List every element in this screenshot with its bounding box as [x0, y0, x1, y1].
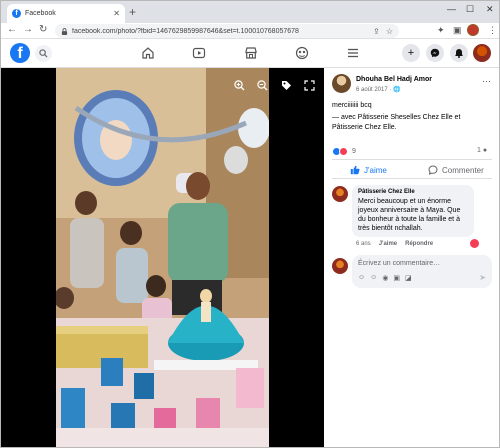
photo-viewer	[1, 68, 324, 447]
tab-strip: f Facebook ✕ + — ☐ ✕	[1, 1, 499, 23]
avatar-sticker-icon[interactable]: ☺	[358, 274, 365, 282]
browser-menu-icon[interactable]: ⋮	[488, 25, 497, 36]
comment-composer[interactable]: Écrivez un commentaire… ☺ ☺ ◉ ▣ ◪ ➤	[352, 255, 492, 288]
post-tagline: — avec Pâtisserie Sheselles Chez Elle et…	[332, 114, 461, 131]
facebook-logo-icon[interactable]: f	[10, 43, 30, 63]
watch-video-icon[interactable]	[192, 46, 206, 60]
back-icon[interactable]: ←	[7, 24, 17, 35]
comment-author[interactable]: Pâtisserie Chez Elle	[358, 189, 468, 195]
close-tab-icon[interactable]: ✕	[113, 9, 120, 18]
comment-love-reaction-icon[interactable]	[470, 239, 479, 248]
search-icon	[39, 49, 48, 58]
marketplace-icon[interactable]	[244, 46, 258, 60]
post-options-icon[interactable]: ⋯	[482, 76, 491, 87]
comment-meta: 6 ans J'aime Répondre	[356, 241, 433, 247]
search-button[interactable]	[35, 45, 52, 62]
divider	[332, 159, 492, 160]
browser-tab[interactable]: f Facebook ✕	[7, 4, 125, 23]
zoom-out-icon[interactable]	[257, 80, 268, 91]
share-icon[interactable]: ⇪	[373, 27, 380, 36]
globe-icon: 🌐	[393, 87, 401, 93]
reload-icon[interactable]: ↻	[39, 24, 47, 35]
forward-icon[interactable]: →	[23, 24, 33, 35]
commenter-avatar[interactable]	[332, 186, 348, 202]
post-panel: Dhouha Bel Hadj Amor 6 août 2017 · 🌐 ⋯ m…	[324, 68, 499, 447]
like-button[interactable]: J'aime	[350, 165, 387, 175]
extensions-puzzle-icon[interactable]: ✦	[437, 25, 445, 36]
my-avatar	[332, 258, 348, 274]
comment-reply-link[interactable]: Répondre	[405, 241, 433, 247]
minimize-icon[interactable]: —	[447, 4, 456, 14]
facebook-favicon-icon: f	[12, 9, 21, 18]
comment-text: Merci beaucoup et un énorme joyeux anniv…	[358, 198, 461, 232]
reactions-summary[interactable]: 9	[332, 147, 356, 156]
gif-icon[interactable]: ▣	[393, 274, 400, 282]
window-close-icon[interactable]: ✕	[486, 4, 494, 15]
post-date[interactable]: 6 août 2017 · 🌐	[356, 86, 401, 93]
facebook-header: f +	[1, 39, 499, 68]
bookmark-star-icon[interactable]: ☆	[386, 27, 393, 36]
author-avatar[interactable]	[332, 74, 351, 93]
home-icon[interactable]	[141, 46, 155, 60]
create-plus-icon[interactable]: +	[402, 44, 420, 62]
notifications-bell-icon[interactable]	[450, 44, 468, 62]
maximize-icon[interactable]: ☐	[466, 4, 474, 15]
browser-window: f Facebook ✕ + — ☐ ✕ ← → ↻ facebook.com/…	[0, 0, 500, 448]
comment-button[interactable]: Commenter	[428, 165, 484, 175]
comment-count[interactable]: 1 ●	[477, 147, 487, 154]
browser-toolbar: ← → ↻ facebook.com/photo/?fbid=146762985…	[1, 23, 499, 39]
comment-bubble-icon: ●	[482, 147, 488, 154]
new-tab-icon[interactable]: +	[129, 5, 136, 19]
zoom-in-icon[interactable]	[234, 80, 245, 91]
comment-input-placeholder[interactable]: Écrivez un commentaire…	[358, 260, 440, 267]
lock-icon	[61, 27, 68, 35]
love-reaction-icon	[339, 147, 348, 156]
composer-tools: ☺ ☺ ◉ ▣ ◪	[358, 274, 412, 282]
comment-icon	[428, 165, 438, 175]
sticker-icon[interactable]: ◪	[405, 274, 412, 282]
fullscreen-icon[interactable]	[304, 80, 315, 91]
menu-hamburger-icon[interactable]	[346, 46, 360, 60]
comment-bubble: Pâtisserie Chez Elle Merci beaucoup et u…	[352, 185, 474, 237]
groups-icon[interactable]	[295, 46, 309, 60]
tag-icon[interactable]	[281, 80, 292, 91]
url-text: facebook.com/photo/?fbid=146762985998764…	[72, 27, 299, 35]
post-text: merciiiiiii bcq	[332, 102, 372, 109]
emoji-icon[interactable]: ☺	[370, 274, 377, 282]
profile-avatar[interactable]	[467, 24, 479, 36]
comment-like-link[interactable]: J'aime	[379, 241, 397, 247]
account-avatar[interactable]	[473, 44, 491, 62]
reaction-count: 9	[352, 148, 356, 155]
camera-icon[interactable]: ◉	[382, 274, 388, 282]
tab-title: Facebook	[25, 10, 56, 17]
address-bar[interactable]: facebook.com/photo/?fbid=146762985998764…	[55, 24, 399, 38]
messenger-icon[interactable]	[426, 44, 444, 62]
divider	[332, 178, 492, 179]
send-icon[interactable]: ➤	[479, 273, 486, 282]
post-author[interactable]: Dhouha Bel Hadj Amor	[356, 76, 432, 83]
sidepanel-icon[interactable]: ▣	[453, 25, 462, 36]
thumbs-up-icon	[350, 165, 360, 175]
party-photo	[56, 68, 269, 447]
comment-age[interactable]: 6 ans	[356, 241, 371, 247]
